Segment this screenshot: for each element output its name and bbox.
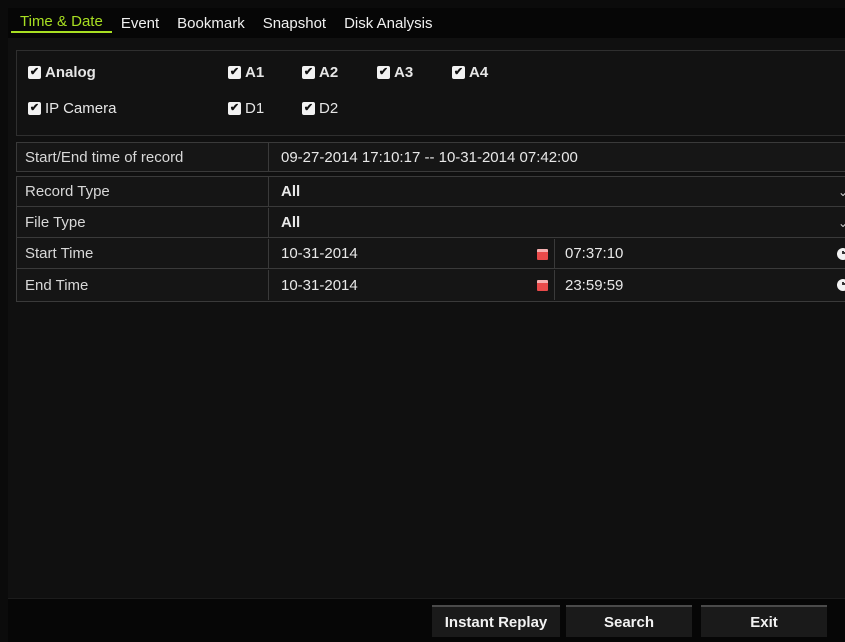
- check-icon: ✔: [377, 66, 390, 79]
- check-icon: ✔: [28, 66, 41, 79]
- tab-bookmark[interactable]: Bookmark: [168, 15, 254, 32]
- end-time-value: 23:59:59: [565, 276, 624, 294]
- record-time-label: Start/End time of record: [25, 148, 184, 166]
- ip-camera-row: ✔ IP Camera ✔ D1 ✔ D2: [17, 100, 845, 126]
- file-type-select[interactable]: All ⌄: [269, 208, 845, 237]
- file-type-value: All: [281, 214, 301, 231]
- end-time-label: End Time: [25, 276, 89, 294]
- search-criteria-form: Record Type All ⌄ File Type All ⌄ Start …: [16, 176, 845, 302]
- channel-a4-checkbox[interactable]: ✔ A4: [452, 64, 488, 81]
- check-icon: ✔: [302, 66, 315, 79]
- check-icon: ✔: [452, 66, 465, 79]
- end-date-field[interactable]: 10-31-2014: [269, 270, 554, 300]
- file-type-label: File Type: [25, 214, 86, 231]
- channel-a1-checkbox[interactable]: ✔ A1: [228, 64, 264, 81]
- record-time-value: 09-27-2014 17:10:17 -- 10-31-2014 07:42:…: [281, 148, 578, 166]
- channel-d1-checkbox[interactable]: ✔ D1: [228, 100, 264, 117]
- start-time-field[interactable]: 07:37:10: [555, 239, 845, 268]
- record-type-value: All: [281, 183, 301, 200]
- clock-icon[interactable]: [837, 248, 845, 260]
- record-type-row: Record Type All ⌄: [17, 177, 845, 207]
- tab-event[interactable]: Event: [112, 15, 168, 32]
- tab-disk-analysis[interactable]: Disk Analysis: [335, 15, 441, 32]
- channel-a1-label: A1: [245, 64, 265, 81]
- calendar-icon[interactable]: [537, 280, 548, 291]
- record-type-select[interactable]: All ⌄: [269, 177, 845, 206]
- channel-d1-label: D1: [245, 100, 265, 117]
- exit-button[interactable]: Exit: [701, 605, 827, 637]
- analog-checkbox[interactable]: ✔ Analog: [28, 64, 96, 81]
- file-type-row: File Type All ⌄: [17, 208, 845, 238]
- camera-selection-panel: ✔ Analog ✔ A1 ✔ A2 ✔ A3 ✔ A4 ✔ IP Camera…: [16, 50, 845, 136]
- channel-d2-label: D2: [319, 100, 339, 117]
- tab-time-date[interactable]: Time & Date: [11, 13, 112, 33]
- end-date-value: 10-31-2014: [281, 276, 358, 294]
- divider: [268, 143, 269, 171]
- instant-replay-button[interactable]: Instant Replay: [432, 605, 560, 637]
- start-time-row: Start Time 10-31-2014 07:37:10: [17, 239, 845, 269]
- search-window: Time & Date Event Bookmark Snapshot Disk…: [8, 8, 845, 642]
- tab-bar: Time & Date Event Bookmark Snapshot Disk…: [8, 8, 845, 38]
- analog-label: Analog: [45, 64, 96, 81]
- channel-a4-label: A4: [469, 64, 489, 81]
- chevron-down-icon: ⌄: [837, 185, 845, 199]
- start-date-value: 10-31-2014: [281, 245, 358, 262]
- action-bar: Instant Replay Search Exit: [8, 598, 845, 642]
- analog-row: ✔ Analog ✔ A1 ✔ A2 ✔ A3 ✔ A4: [17, 64, 845, 90]
- chevron-down-icon: ⌄: [837, 216, 845, 230]
- end-time-row: End Time 10-31-2014 23:59:59: [17, 270, 845, 300]
- end-time-field[interactable]: 23:59:59: [555, 270, 845, 300]
- channel-a2-checkbox[interactable]: ✔ A2: [302, 64, 338, 81]
- ip-camera-label: IP Camera: [45, 100, 117, 117]
- tab-snapshot[interactable]: Snapshot: [254, 15, 335, 32]
- start-time-value: 07:37:10: [565, 245, 624, 262]
- check-icon: ✔: [228, 102, 241, 115]
- start-date-field[interactable]: 10-31-2014: [269, 239, 554, 268]
- channel-a3-label: A3: [394, 64, 414, 81]
- clock-icon[interactable]: [837, 279, 845, 291]
- calendar-icon[interactable]: [537, 249, 548, 260]
- ip-camera-checkbox[interactable]: ✔ IP Camera: [28, 100, 116, 117]
- channel-d2-checkbox[interactable]: ✔ D2: [302, 100, 338, 117]
- check-icon: ✔: [228, 66, 241, 79]
- channel-a2-label: A2: [319, 64, 339, 81]
- record-type-label: Record Type: [25, 183, 110, 200]
- check-icon: ✔: [302, 102, 315, 115]
- start-time-label: Start Time: [25, 245, 94, 262]
- check-icon: ✔: [28, 102, 41, 115]
- search-button[interactable]: Search: [566, 605, 692, 637]
- channel-a3-checkbox[interactable]: ✔ A3: [377, 64, 413, 81]
- record-time-range-row: Start/End time of record 09-27-2014 17:1…: [16, 142, 845, 172]
